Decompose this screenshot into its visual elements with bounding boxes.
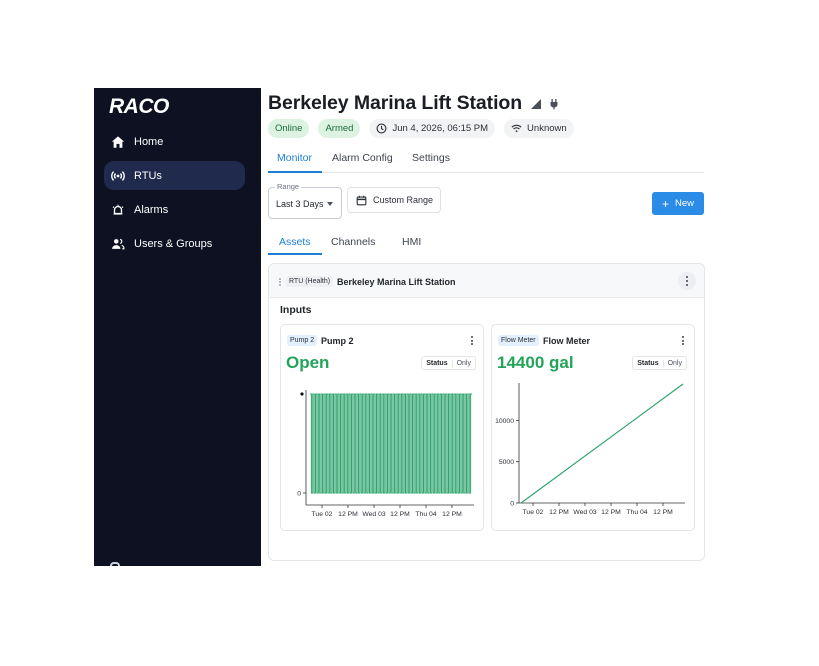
tab-monitor[interactable]: Monitor (277, 152, 312, 164)
sidebar-item-rtus[interactable]: RTUs (104, 161, 245, 190)
card-title: Pump 2 (321, 336, 354, 346)
inputs-section-label: Inputs (280, 304, 312, 316)
x-tick-label: Tue 02 (523, 509, 544, 516)
high-state-marker (300, 392, 304, 396)
card-value: 14400 gal (497, 353, 574, 372)
armed-badge: Armed (318, 119, 361, 138)
flow-meter-chart[interactable]: Tue 02 12 PM Wed 03 12 PM Thu 04 12 PM 0 5000 10… (492, 380, 696, 530)
x-tick-label: 12 PM (549, 509, 569, 516)
y-tick-label: 10000 (495, 418, 514, 425)
pump-chart[interactable]: Tue 02 12 PM Wed 03 12 PM Thu 04 12 PM 0 (281, 380, 485, 530)
panel-menu-button[interactable] (678, 272, 696, 290)
pump-tag: Pump 2 (287, 335, 318, 346)
tab-hmi[interactable]: HMI (402, 236, 421, 248)
timestamp-badge: Jun 4, 2026, 06:15 PM (369, 119, 496, 138)
sidebar-item-users-groups[interactable]: Users & Groups (104, 229, 245, 258)
status-label: Status (637, 359, 659, 367)
new-button-label: New (675, 198, 695, 209)
subtab-indicator (268, 253, 322, 255)
drag-handle-icon[interactable] (278, 278, 282, 286)
x-tick-label: Tue 02 (312, 511, 333, 518)
connection-badge: Unknown (504, 119, 574, 138)
signal-strength-icon (530, 98, 542, 110)
pump-2-card: Pump 2 Pump 2 Open Status Only Tue 02 12 … (280, 324, 484, 531)
calendar-icon (356, 195, 367, 206)
new-button[interactable]: + New (652, 192, 704, 215)
flow-total-series (520, 383, 684, 504)
tab-channels[interactable]: Channels (331, 236, 375, 248)
card-title: Flow Meter (543, 336, 591, 346)
x-tick-label: Thu 04 (626, 509, 647, 516)
asset-tabs: Assets Channels HMI (268, 230, 468, 255)
page-title: Berkeley Marina Lift Station (268, 92, 523, 114)
raco-logo[interactable]: RACO (108, 95, 188, 117)
asset-panel-header: RTU (Health) Berkeley Marina Lift Statio… (269, 264, 704, 298)
range-label: Range (275, 182, 302, 191)
power-plug-icon (548, 98, 560, 110)
tab-settings[interactable]: Settings (412, 152, 450, 164)
page-header: Berkeley Marina Lift Station (268, 92, 560, 115)
sidebar: RACO Home RTUs Alarms Users & Groups (94, 88, 261, 566)
x-tick-label: 12 PM (390, 511, 410, 518)
more-vert-icon (682, 336, 684, 346)
wifi-icon (511, 123, 522, 134)
custom-range-label: Custom Range (373, 195, 434, 205)
timestamp-text: Jun 4, 2026, 06:15 PM (392, 123, 489, 134)
tab-assets[interactable]: Assets (279, 236, 311, 248)
tab-indicator (268, 171, 322, 173)
only-label: Only (451, 359, 475, 367)
x-tick-label: Wed 03 (362, 511, 386, 518)
rtu-signal-icon (110, 168, 126, 184)
x-tick-label: Wed 03 (573, 509, 597, 516)
status-only-toggle[interactable]: Status Only (421, 356, 476, 370)
sidebar-item-home[interactable]: Home (104, 127, 245, 156)
y-tick-label: 0 (297, 491, 301, 498)
status-only-toggle[interactable]: Status Only (632, 356, 687, 370)
tab-alarm-config[interactable]: Alarm Config (332, 152, 393, 164)
x-tick-label: 12 PM (601, 509, 621, 516)
range-select[interactable]: Range Last 3 Days (268, 182, 342, 219)
status-label: Status (426, 359, 448, 367)
pump-status-series (310, 393, 472, 494)
sidebar-item-label: Home (134, 135, 164, 148)
only-label: Only (662, 359, 686, 367)
account-avatar[interactable] (110, 562, 120, 566)
asset-panel-name: Berkeley Marina Lift Station (337, 277, 456, 287)
x-tick-label: Thu 04 (415, 511, 436, 518)
main-tabs: Monitor Alarm Config Settings (268, 146, 704, 173)
online-badge: Online (268, 119, 310, 138)
card-menu-button[interactable] (682, 336, 684, 346)
status-badges: Online Armed Jun 4, 2026, 06:15 PM Unkno… (268, 119, 583, 138)
sidebar-item-label: RTUs (134, 169, 162, 182)
more-vert-icon (686, 276, 688, 286)
plus-icon: + (661, 196, 669, 211)
rtu-health-tag: RTU (Health) (286, 276, 334, 287)
x-tick-label: 12 PM (653, 509, 673, 516)
more-vert-icon (471, 336, 473, 346)
card-menu-button[interactable] (471, 336, 473, 346)
sidebar-item-label: Users & Groups (134, 237, 213, 250)
sidebar-item-alarms[interactable]: Alarms (104, 195, 245, 224)
card-value: Open (286, 353, 330, 372)
svg-text:RACO: RACO (109, 95, 169, 117)
caret-down-icon (327, 202, 333, 206)
connection-text: Unknown (527, 123, 567, 134)
users-icon (110, 236, 126, 252)
x-tick-label: 12 PM (338, 511, 358, 518)
asset-panel: RTU (Health) Berkeley Marina Lift Statio… (268, 263, 705, 561)
clock-icon (376, 123, 387, 134)
custom-range-button[interactable]: Custom Range (347, 187, 441, 213)
y-tick-label: 0 (510, 501, 514, 508)
home-icon (110, 134, 126, 150)
y-tick-label: 5000 (499, 459, 514, 466)
flow-meter-card: Flow Meter Flow Meter 14400 gal Status O… (491, 324, 695, 531)
flow-meter-tag: Flow Meter (498, 335, 539, 346)
x-tick-label: 12 PM (442, 511, 462, 518)
sidebar-item-label: Alarms (134, 203, 169, 216)
range-value: Last 3 Days (276, 199, 324, 209)
alarm-icon (110, 202, 126, 218)
